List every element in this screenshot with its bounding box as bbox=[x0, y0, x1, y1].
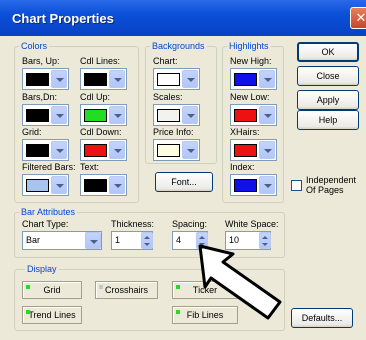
chevron-down-icon[interactable] bbox=[109, 106, 125, 124]
trend-lines-toggle[interactable]: Trend Lines bbox=[22, 306, 82, 324]
chart-type-value: Bar bbox=[26, 235, 41, 245]
chart-properties-dialog: Chart Properties ✕ Colors Bars, Up: Cdl … bbox=[0, 0, 366, 340]
chevron-down-icon[interactable] bbox=[109, 176, 125, 194]
index-color-combo[interactable] bbox=[230, 174, 277, 196]
color-swatch bbox=[157, 109, 180, 122]
window-title: Chart Properties bbox=[12, 11, 114, 26]
chevron-down-icon[interactable] bbox=[182, 141, 198, 159]
bars-dn-label: Bars,Dn: bbox=[22, 92, 58, 102]
xhairs-color-combo[interactable] bbox=[230, 139, 277, 161]
white-space-label: White Space: bbox=[225, 219, 279, 229]
color-swatch bbox=[84, 109, 107, 122]
thickness-value: 1 bbox=[115, 235, 121, 245]
chevron-down-icon[interactable] bbox=[109, 70, 125, 88]
grid-color-combo[interactable] bbox=[22, 139, 69, 161]
grid-toggle-label: Grid bbox=[43, 285, 61, 295]
annotation-arrow-icon bbox=[198, 244, 282, 320]
scales-bg-color-combo[interactable] bbox=[153, 104, 200, 126]
new-low-color-combo[interactable] bbox=[230, 104, 277, 126]
led-on-indicator bbox=[26, 310, 30, 314]
chevron-down-icon[interactable] bbox=[259, 141, 275, 159]
color-swatch bbox=[26, 144, 49, 157]
new-high-label: New High: bbox=[230, 56, 272, 66]
filtered-bars-label: Filtered Bars: bbox=[22, 162, 76, 172]
scales-bg-label: Scales: bbox=[153, 92, 183, 102]
bars-up-label: Bars, Up: bbox=[22, 56, 60, 66]
bar-attributes-title: Bar Attributes bbox=[19, 207, 78, 217]
chevron-down-icon[interactable] bbox=[85, 232, 101, 249]
display-group-title: Display bbox=[25, 264, 59, 274]
chevron-down-icon[interactable] bbox=[109, 141, 125, 159]
chevron-down-icon[interactable] bbox=[182, 70, 198, 88]
text-color-label: Text: bbox=[80, 162, 100, 172]
color-swatch bbox=[234, 109, 257, 122]
chevron-down-icon[interactable] bbox=[51, 106, 67, 124]
crosshairs-toggle[interactable]: Crosshairs bbox=[95, 281, 158, 299]
filtered-bars-color-combo[interactable] bbox=[22, 174, 69, 196]
chevron-down-icon[interactable] bbox=[51, 70, 67, 88]
color-swatch bbox=[234, 179, 257, 192]
cdl-up-color-combo[interactable] bbox=[80, 104, 127, 126]
chart-bg-color-combo[interactable] bbox=[153, 68, 200, 90]
highlights-group-title: Highlights bbox=[227, 41, 271, 51]
new-low-label: New Low: bbox=[230, 92, 270, 102]
backgrounds-group-title: Backgrounds bbox=[150, 41, 207, 51]
grid-label: Grid: bbox=[22, 127, 42, 137]
bars-up-color-combo[interactable] bbox=[22, 68, 69, 90]
colors-group-title: Colors bbox=[19, 41, 50, 51]
cdl-down-label: Cdl Down: bbox=[80, 127, 122, 137]
color-swatch bbox=[157, 73, 180, 86]
new-high-color-combo[interactable] bbox=[230, 68, 277, 90]
cdl-down-color-combo[interactable] bbox=[80, 139, 127, 161]
led-off-indicator bbox=[99, 285, 103, 289]
chevron-down-icon[interactable] bbox=[182, 106, 198, 124]
chevron-down-icon[interactable] bbox=[51, 141, 67, 159]
crosshairs-toggle-label: Crosshairs bbox=[104, 285, 148, 295]
color-swatch bbox=[234, 73, 257, 86]
close-window-button[interactable]: ✕ bbox=[350, 7, 366, 29]
chevron-down-icon[interactable] bbox=[259, 176, 275, 194]
defaults-button[interactable]: Defaults... bbox=[291, 308, 353, 328]
text-color-combo[interactable] bbox=[80, 174, 127, 196]
color-swatch bbox=[26, 73, 49, 86]
help-button[interactable]: Help bbox=[297, 110, 359, 130]
chevron-down-icon[interactable] bbox=[259, 106, 275, 124]
cdl-up-label: Cdl Up: bbox=[80, 92, 111, 102]
color-swatch bbox=[84, 73, 107, 86]
spin-down-icon[interactable] bbox=[144, 243, 150, 246]
price-info-bg-color-combo[interactable] bbox=[153, 139, 200, 161]
color-swatch bbox=[157, 144, 180, 157]
apply-button[interactable]: Apply bbox=[297, 90, 359, 110]
font-button[interactable]: Font... bbox=[155, 172, 213, 192]
color-swatch bbox=[26, 109, 49, 122]
color-swatch bbox=[84, 179, 107, 192]
cdl-lines-color-combo[interactable] bbox=[80, 68, 127, 90]
chevron-down-icon[interactable] bbox=[259, 70, 275, 88]
chart-type-label: Chart Type: bbox=[22, 219, 69, 229]
price-info-bg-label: Price Info: bbox=[153, 127, 194, 137]
independent-of-pages-checkbox[interactable] bbox=[291, 180, 302, 191]
bars-dn-color-combo[interactable] bbox=[22, 104, 69, 126]
chevron-down-icon[interactable] bbox=[51, 176, 67, 194]
color-swatch bbox=[234, 144, 257, 157]
cdl-lines-label: Cdl Lines: bbox=[80, 56, 121, 66]
independent-label: Independent bbox=[306, 175, 357, 185]
index-label: Index: bbox=[230, 162, 255, 172]
grid-toggle[interactable]: Grid bbox=[22, 281, 82, 299]
color-swatch bbox=[26, 179, 49, 192]
led-on-indicator bbox=[26, 285, 30, 289]
color-swatch bbox=[84, 144, 107, 157]
xhairs-label: XHairs: bbox=[230, 127, 260, 137]
trend-lines-toggle-label: Trend Lines bbox=[28, 310, 76, 320]
spacing-label: Spacing: bbox=[172, 219, 208, 229]
thickness-spinner[interactable] bbox=[141, 232, 153, 249]
spin-up-icon[interactable] bbox=[144, 236, 150, 239]
close-button[interactable]: Close bbox=[297, 66, 359, 86]
of-pages-label: Of Pages bbox=[306, 185, 344, 195]
thickness-label: Thickness: bbox=[111, 219, 155, 229]
ok-button[interactable]: OK bbox=[297, 42, 359, 62]
chart-bg-label: Chart: bbox=[153, 56, 178, 66]
